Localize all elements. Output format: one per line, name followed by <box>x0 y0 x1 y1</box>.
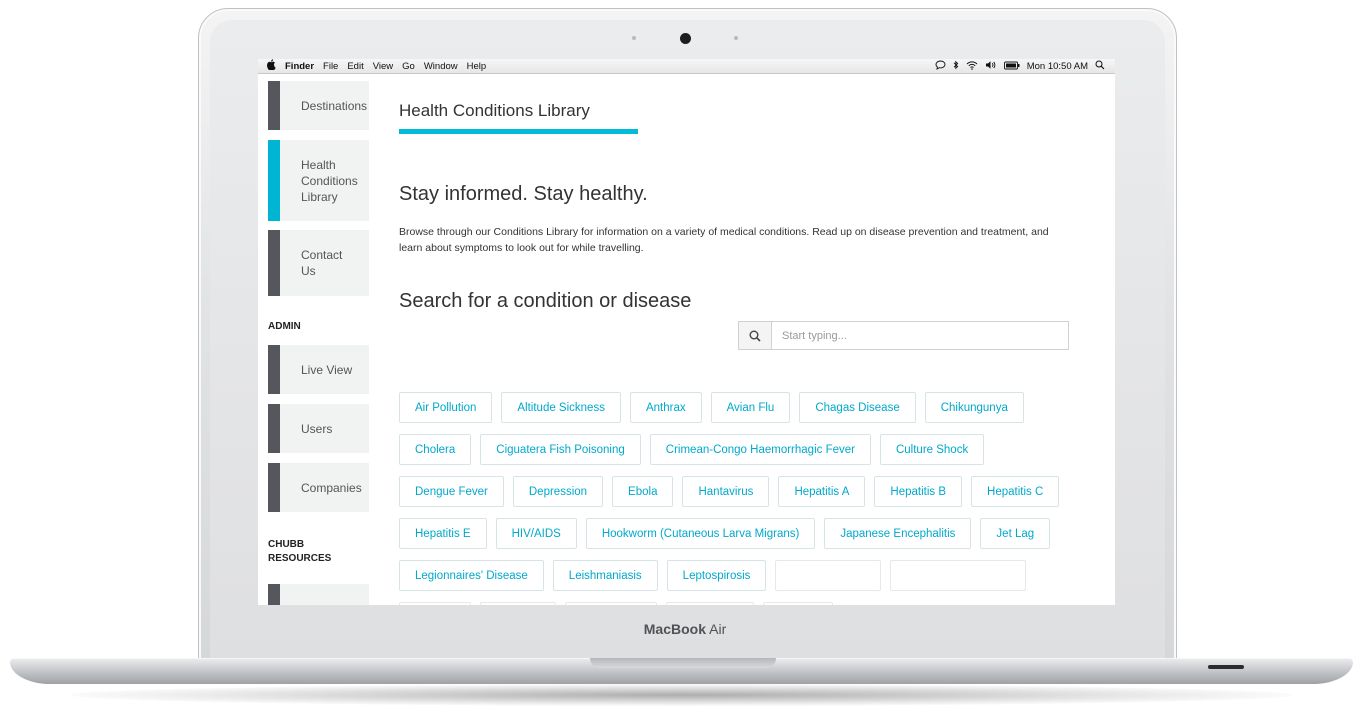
condition-search <box>738 321 1069 350</box>
nav-indicator <box>268 345 280 394</box>
page-title: Health Conditions Library <box>399 101 590 120</box>
condition-tag-offscreen[interactable] <box>399 602 471 605</box>
main-content: Health Conditions Library Stay informed.… <box>399 74 1099 605</box>
search-heading: Search for a condition or disease <box>399 290 692 312</box>
apple-icon[interactable] <box>267 59 276 73</box>
condition-tag[interactable]: Hepatitis C <box>971 476 1060 507</box>
condition-tag[interactable]: Chagas Disease <box>799 392 916 423</box>
menubar-edit[interactable]: Edit <box>347 61 363 72</box>
nav-indicator-active <box>268 140 280 221</box>
sidebar-item-label: Companies <box>301 480 362 495</box>
condition-tag[interactable]: Legionnaires' Disease <box>399 560 544 591</box>
camera-icon <box>680 33 691 44</box>
search-button[interactable] <box>739 322 772 349</box>
menubar-view[interactable]: View <box>373 61 393 72</box>
menubar-go[interactable]: Go <box>402 61 415 72</box>
condition-tag[interactable]: Hookworm (Cutaneous Larva Migrans) <box>585 518 816 549</box>
condition-tag[interactable]: Anthrax <box>629 392 702 423</box>
nav-indicator <box>268 584 280 605</box>
menubar-window[interactable]: Window <box>424 61 458 72</box>
brand-light: Air <box>706 621 727 637</box>
section-heading: Stay informed. Stay healthy. <box>399 183 648 205</box>
menubar-help[interactable]: Help <box>467 61 487 72</box>
screen: Finder File Edit View Go Window Help Mon… <box>258 59 1115 605</box>
sidebar-item-health-conditions-library[interactable]: Health Conditions Library <box>268 140 369 221</box>
condition-tag[interactable]: Depression <box>512 476 604 507</box>
condition-tag[interactable]: Ebola <box>612 476 674 507</box>
title-underline <box>399 129 638 134</box>
wifi-icon[interactable] <box>966 60 978 72</box>
condition-tag[interactable]: Altitude Sickness <box>501 392 621 423</box>
sidebar-item-label: Live View <box>301 362 353 377</box>
nav-indicator <box>268 230 280 296</box>
nav-indicator <box>268 404 280 453</box>
brand-bold: MacBook <box>643 621 706 637</box>
condition-tag[interactable]: Crimean-Congo Haemorrhagic Fever <box>649 434 871 465</box>
condition-tag[interactable]: Air Pollution <box>399 392 493 423</box>
condition-tag-offscreen[interactable] <box>763 602 833 605</box>
notification-icon[interactable] <box>935 60 946 72</box>
camera-sensor-left <box>632 36 636 40</box>
condition-tag[interactable]: Hantavirus <box>682 476 770 507</box>
condition-tag[interactable]: Leishmaniasis <box>552 560 658 591</box>
condition-tag-offscreen[interactable] <box>775 560 882 591</box>
condition-tag[interactable]: Hepatitis B <box>874 476 963 507</box>
camera-sensor-right <box>734 36 738 40</box>
condition-tag[interactable]: Jet Lag <box>980 518 1051 549</box>
sidebar-item-label: Destinations <box>301 98 368 113</box>
device-brand: MacBook Air <box>590 621 780 637</box>
condition-tag[interactable]: Hepatitis E <box>399 518 487 549</box>
sidebar-section-chubb-resources: CHUBB RESOURCES <box>268 539 332 564</box>
sidebar-item-label: Contact Us <box>301 248 343 278</box>
condition-tag[interactable]: Culture Shock <box>879 434 985 465</box>
menubar-file[interactable]: File <box>323 61 338 72</box>
sidebar-item-label: Health Conditions Library <box>301 157 358 204</box>
condition-tag[interactable]: HIV/AIDS <box>495 518 577 549</box>
conditions-list: Air Pollution Altitude Sickness Anthrax Avi… <box>399 392 1079 605</box>
menubar-app-name[interactable]: Finder <box>285 61 314 72</box>
search-input[interactable] <box>772 322 1068 349</box>
condition-tag-offscreen[interactable] <box>890 560 1027 591</box>
condition-tag-offscreen[interactable] <box>666 602 754 605</box>
condition-tag[interactable]: Leptospirosis <box>666 560 767 591</box>
nav-indicator <box>268 463 280 512</box>
laptop-hinge-notch <box>590 658 776 668</box>
sidebar-item-contact-us[interactable]: Contact Us <box>268 230 369 296</box>
condition-tag-offscreen[interactable] <box>480 602 556 605</box>
condition-tag[interactable]: Chikungunya <box>924 392 1024 423</box>
nav-indicator <box>268 81 280 130</box>
sidebar-item-resource[interactable] <box>268 584 369 605</box>
sidebar-item-destinations[interactable]: Destinations <box>268 81 369 130</box>
sidebar-item-live-view[interactable]: Live View <box>268 345 369 394</box>
bluetooth-icon[interactable] <box>953 60 959 72</box>
menubar-clock[interactable]: Mon 10:50 AM <box>1027 61 1088 72</box>
search-icon <box>749 330 761 342</box>
sidebar: Destinations Health Conditions Library C… <box>268 74 369 605</box>
condition-tag[interactable]: Dengue Fever <box>399 476 504 507</box>
intro-paragraph: Browse through our Conditions Library fo… <box>399 226 1049 254</box>
mac-menubar: Finder File Edit View Go Window Help Mon… <box>258 59 1115 74</box>
sidebar-item-companies[interactable]: Companies <box>268 463 369 512</box>
condition-tag[interactable]: Ciguatera Fish Poisoning <box>480 434 641 465</box>
indicator-light <box>1208 665 1244 669</box>
laptop-shadow <box>70 684 1293 706</box>
condition-tag[interactable]: Cholera <box>399 434 472 465</box>
condition-tag[interactable]: Hepatitis A <box>778 476 866 507</box>
condition-tag-offscreen[interactable] <box>565 602 657 605</box>
sidebar-section-admin: ADMIN <box>268 321 301 332</box>
sidebar-item-users[interactable]: Users <box>268 404 369 453</box>
condition-tag[interactable]: Avian Flu <box>710 392 791 423</box>
condition-tag[interactable]: Japanese Encephalitis <box>824 518 972 549</box>
battery-icon[interactable] <box>1003 61 1020 72</box>
spotlight-search-icon[interactable] <box>1095 60 1105 72</box>
volume-icon[interactable] <box>985 60 997 72</box>
